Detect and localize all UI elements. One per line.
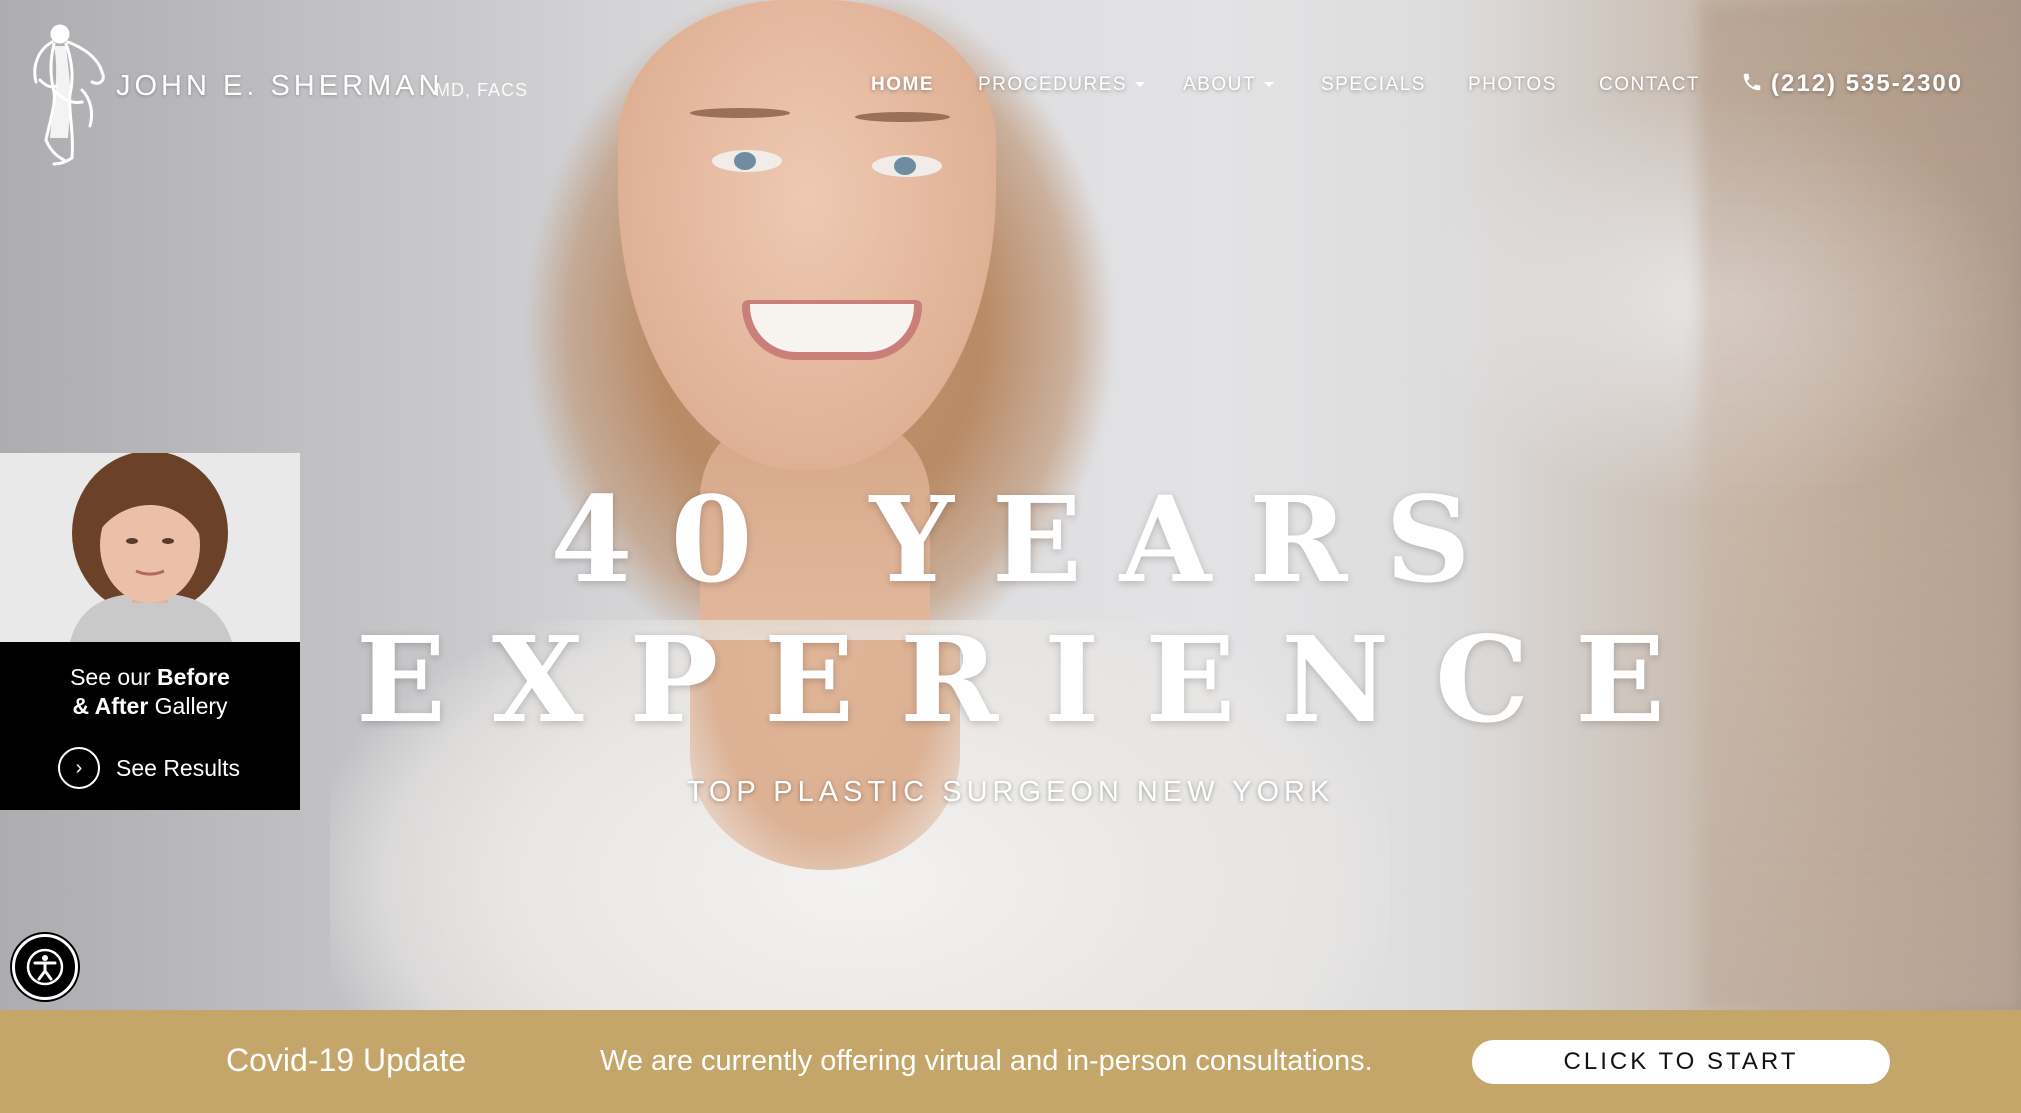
covid-update-message: We are currently offering virtual and in… — [600, 1045, 1373, 1077]
chevron-right-circle-icon: › — [58, 747, 100, 789]
hero-headline-line2: EXPERIENCE — [355, 610, 1712, 749]
promo-patient-photo — [0, 453, 300, 642]
promo-line2-suffix: Gallery — [148, 693, 228, 719]
nav-item-label: SPECIALS — [1321, 74, 1426, 95]
accessibility-icon — [26, 948, 64, 986]
nav-item-label: ABOUT — [1183, 74, 1256, 95]
patient-portrait — [0, 453, 300, 642]
phone-icon — [1743, 73, 1761, 91]
accessibility-button[interactable] — [12, 934, 78, 1000]
hero-photo-eye — [872, 155, 942, 177]
caret-down-icon — [1263, 82, 1274, 88]
nav-item-label: PHOTOS — [1468, 74, 1557, 95]
caret-down-icon — [1135, 82, 1146, 88]
hero-photo-brow — [855, 112, 950, 122]
see-results-label: See Results — [116, 754, 241, 781]
covid-update-bar: Covid-19 Update We are currently offerin… — [0, 1010, 2021, 1113]
gallery-promo[interactable]: See our Before & After Gallery › See Res… — [0, 453, 300, 810]
main-nav: HOME PROCEDURES ABOUT SPECIALS PHOTOS CO… — [0, 74, 2021, 100]
hero-photo-smile — [742, 300, 922, 360]
nav-item-specials[interactable]: SPECIALS — [1321, 74, 1426, 96]
nav-item-label: HOME — [871, 74, 934, 95]
promo-line1-prefix: See our — [70, 664, 158, 690]
see-results-button[interactable]: › See Results — [58, 746, 240, 790]
promo-line1-bold: Before — [157, 664, 230, 690]
hero-headline-line1: 40 YEARS — [550, 470, 1509, 609]
nav-item-label: PROCEDURES — [978, 74, 1128, 95]
hero-subheadline: TOP PLASTIC SURGEON NEW YORK — [686, 776, 1335, 808]
nav-item-contact[interactable]: CONTACT — [1599, 74, 1700, 96]
covid-update-title: Covid-19 Update — [226, 1042, 467, 1078]
promo-text: See our Before & After Gallery — [0, 663, 300, 721]
phone-link[interactable]: (212) 535-2300 — [1741, 70, 1963, 98]
nav-item-about[interactable]: ABOUT — [1183, 74, 1274, 96]
nav-item-photos[interactable]: PHOTOS — [1468, 74, 1557, 96]
phone-number: (212) 535-2300 — [1771, 70, 1964, 97]
nav-item-procedures[interactable]: PROCEDURES — [978, 74, 1146, 96]
click-to-start-button[interactable]: CLICK TO START — [1472, 1040, 1890, 1084]
nav-item-home[interactable]: HOME — [871, 74, 934, 96]
hero-photo-brow — [690, 108, 790, 118]
promo-line2-bold: & After — [72, 693, 149, 719]
nav-item-label: CONTACT — [1599, 74, 1700, 95]
hero-photo-eye — [712, 150, 782, 172]
